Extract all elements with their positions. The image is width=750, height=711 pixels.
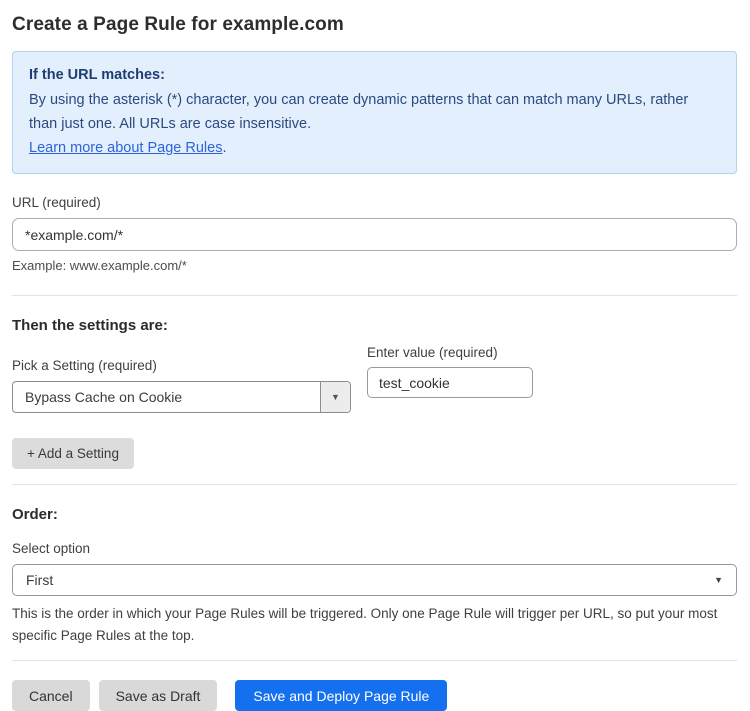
learn-more-link[interactable]: Learn more about Page Rules — [29, 140, 222, 156]
save-draft-button[interactable]: Save as Draft — [99, 680, 218, 711]
pick-setting-label: Pick a Setting (required) — [12, 358, 351, 373]
divider — [12, 484, 737, 485]
order-helper-text: This is the order in which your Page Rul… — [12, 603, 732, 647]
setting-dropdown-value: Bypass Cache on Cookie — [13, 382, 320, 412]
page-title: Create a Page Rule for example.com — [12, 14, 737, 36]
chevron-down-icon: ▼ — [331, 392, 340, 402]
settings-row: Pick a Setting (required) Bypass Cache o… — [12, 337, 737, 413]
setting-value-input[interactable] — [367, 367, 533, 398]
cancel-button[interactable]: Cancel — [12, 680, 90, 711]
divider — [12, 660, 737, 661]
save-deploy-button[interactable]: Save and Deploy Page Rule — [235, 680, 447, 711]
info-box-link-line: Learn more about Page Rules. — [29, 136, 720, 160]
add-setting-button[interactable]: + Add a Setting — [12, 438, 134, 469]
link-period: . — [222, 140, 226, 156]
setting-dropdown-arrow-button[interactable]: ▼ — [320, 382, 350, 412]
enter-value-label: Enter value (required) — [367, 345, 533, 360]
divider — [12, 295, 737, 296]
setting-value-column: Enter value (required) — [367, 345, 533, 398]
setting-dropdown[interactable]: Bypass Cache on Cookie ▼ — [12, 381, 351, 413]
order-select-value: First — [26, 572, 53, 588]
info-box-heading: If the URL matches: — [29, 63, 720, 87]
url-label: URL (required) — [12, 195, 737, 210]
order-section-heading: Order: — [12, 506, 737, 523]
settings-section-heading: Then the settings are: — [12, 317, 737, 334]
order-select[interactable]: First ▼ — [12, 564, 737, 596]
url-input[interactable] — [12, 218, 737, 251]
create-page-rule-form: Create a Page Rule for example.com If th… — [0, 0, 750, 711]
setting-picker-column: Pick a Setting (required) Bypass Cache o… — [12, 337, 351, 413]
footer-actions: Cancel Save as Draft Save and Deploy Pag… — [12, 680, 737, 711]
url-matches-info-box: If the URL matches: By using the asteris… — [12, 51, 737, 174]
chevron-down-icon: ▼ — [714, 575, 723, 585]
url-example-text: Example: www.example.com/* — [12, 258, 737, 273]
select-option-label: Select option — [12, 541, 737, 556]
info-box-body: By using the asterisk (*) character, you… — [29, 88, 720, 136]
